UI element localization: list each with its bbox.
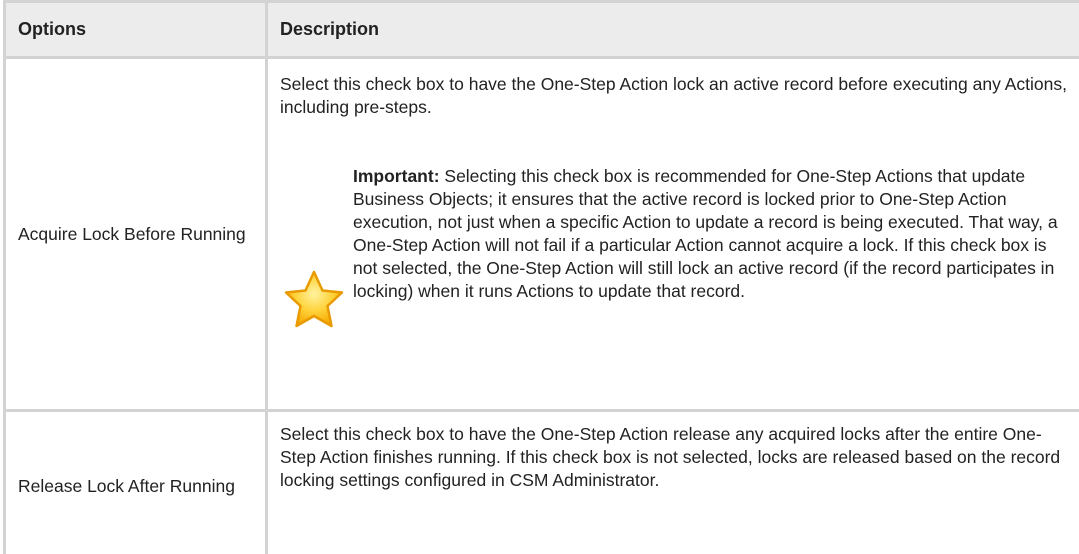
- star-icon: [282, 268, 346, 330]
- important-note-label: Important:: [353, 165, 440, 186]
- options-table: Options Description Acquire Lock Before …: [3, 0, 1079, 554]
- column-header-options: Options: [3, 0, 268, 59]
- option-name: Acquire Lock Before Running: [3, 56, 268, 412]
- option-description: Select this check box to have the One-St…: [280, 424, 1061, 490]
- option-description-cell: Select this check box to have the One-St…: [265, 409, 1079, 554]
- option-description-cell: Select this check box to have the One-St…: [265, 56, 1079, 412]
- important-note-text: Selecting this check box is recommended …: [353, 165, 1058, 301]
- table-header-row: Options Description: [3, 0, 1079, 59]
- option-description: Select this check box to have the One-St…: [280, 73, 1067, 117]
- options-table-page: Options Description Acquire Lock Before …: [0, 0, 1079, 554]
- important-note: Important: Selecting this check box is r…: [353, 165, 1073, 303]
- table-row: Release Lock After Running Select this c…: [3, 409, 1079, 554]
- column-header-description: Description: [265, 0, 1079, 59]
- option-name: Release Lock After Running: [3, 409, 268, 554]
- table-row: Acquire Lock Before Running Select this …: [3, 56, 1079, 412]
